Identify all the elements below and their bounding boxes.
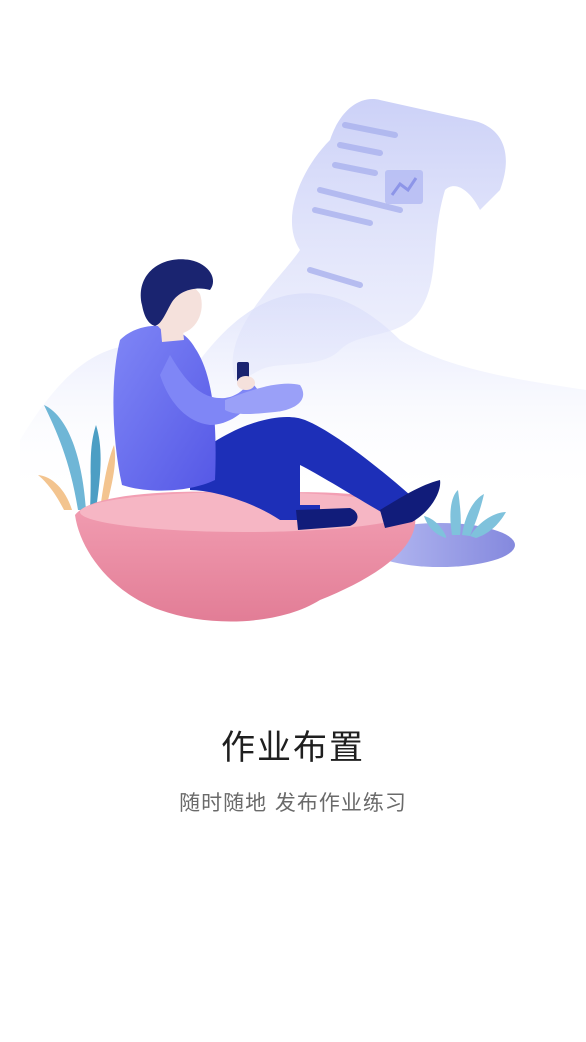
onboarding-title: 作业布置 — [221, 728, 365, 768]
onboarding-screen: 作业布置 随时随地 发布作业练习 — [0, 0, 586, 1042]
student-on-phone-illustration — [20, 99, 586, 622]
onboarding-subtitle: 随时随地 发布作业练习 — [179, 791, 407, 815]
